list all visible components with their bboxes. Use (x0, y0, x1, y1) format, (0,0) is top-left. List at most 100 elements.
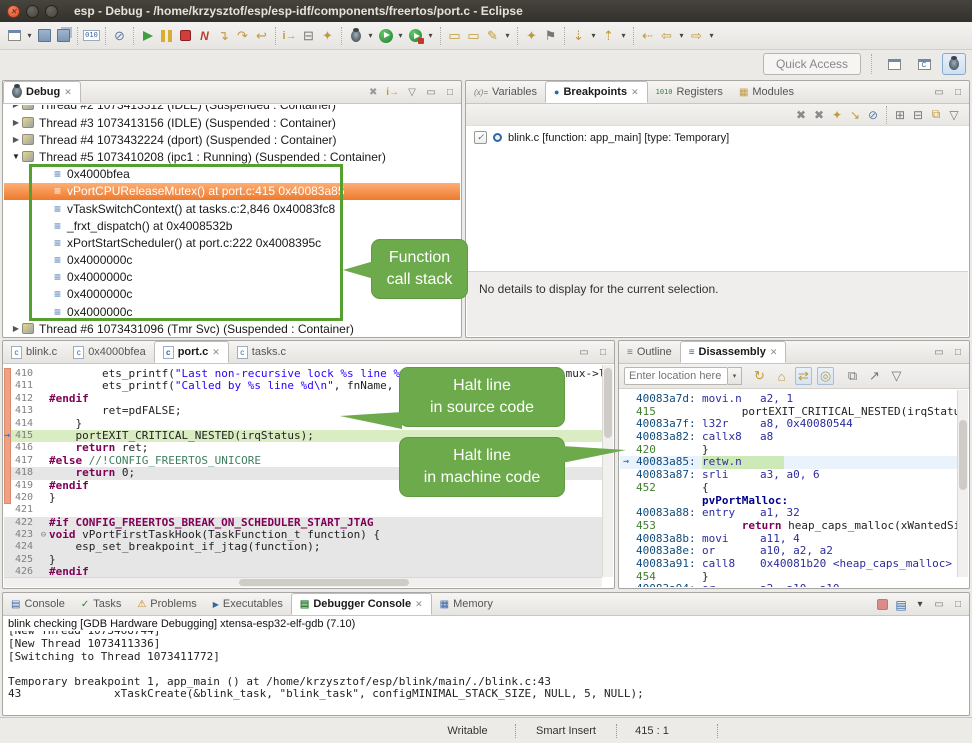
terminate-button[interactable] (177, 27, 194, 45)
tree-row-thread[interactable]: ▶ Thread #4 1073432224 (dport) (Suspende… (4, 131, 460, 148)
suspend-button[interactable] (158, 27, 175, 45)
view-menu-icon[interactable]: ▽ (406, 84, 418, 102)
save-all-button[interactable] (55, 27, 72, 45)
build-button[interactable]: ✎ (484, 27, 501, 45)
link-with-debug-button[interactable]: ⧉ (928, 106, 944, 124)
back-dropdown[interactable]: ▾ (677, 27, 686, 45)
open-element-button[interactable]: ▭ (465, 27, 482, 45)
tab-variables[interactable]: (x)= Variables (466, 81, 545, 103)
tab-port-c[interactable]: c port.c ✕ (154, 341, 229, 363)
open-perspective-button[interactable] (882, 53, 906, 75)
expand-icon[interactable]: ▶ (10, 135, 22, 144)
step-into-button[interactable]: ↴ (215, 27, 232, 45)
previous-annotation-dropdown[interactable]: ▾ (619, 27, 628, 45)
binary-view-button[interactable]: 010 (83, 27, 100, 45)
tab-debug[interactable]: Debug ✕ (3, 81, 81, 103)
new-dropdown[interactable]: ▾ (25, 27, 34, 45)
tab-problems[interactable]: ⚠ Problems (129, 593, 204, 615)
collapse-icon[interactable]: ▼ (10, 152, 22, 161)
tab-close-icon[interactable]: ✕ (770, 347, 778, 358)
tab-blink-c[interactable]: c blink.c (3, 341, 65, 363)
display-console-dropdown[interactable]: ▾ (914, 596, 926, 614)
tab-outline[interactable]: ≡ Outline (619, 341, 680, 363)
scrollbar-thumb[interactable] (959, 420, 967, 490)
editor-horizontal-scrollbar[interactable] (4, 577, 602, 587)
maximize-icon[interactable]: □ (444, 84, 456, 102)
debug-perspective-button[interactable] (942, 53, 966, 75)
resume-button[interactable] (139, 27, 156, 45)
save-button[interactable] (36, 27, 53, 45)
tab-executables[interactable]: ▶ Executables (205, 593, 291, 615)
view-menu-icon[interactable]: ▽ (888, 367, 905, 385)
debug-button[interactable] (347, 27, 364, 45)
show-breakpoints-button[interactable]: ✦ (829, 106, 845, 124)
previous-annotation-button[interactable]: ⇡ (600, 27, 617, 45)
editor-vertical-scrollbar[interactable] (602, 365, 613, 577)
display-console-button[interactable]: ▤ (895, 596, 907, 614)
track-expression-toggle[interactable]: ◎ (817, 367, 834, 385)
terminate-console-button[interactable] (876, 596, 888, 614)
home-button[interactable]: ⌂ (773, 367, 790, 385)
tab-registers[interactable]: 1010 Registers (648, 81, 731, 103)
remove-all-breakpoints-button[interactable]: ✖ (811, 106, 827, 124)
run-dropdown[interactable]: ▾ (396, 27, 405, 45)
pin-console-button[interactable]: ⊟ (300, 27, 317, 45)
tab-modules[interactable]: ▦ Modules (731, 81, 802, 103)
tab-memory[interactable]: ▦ Memory (432, 593, 501, 615)
tree-row-thread[interactable]: ▶ Thread #6 1073431096 (Tmr Svc) (Suspen… (4, 320, 460, 336)
debug-dropdown[interactable]: ▾ (366, 27, 375, 45)
forward-dropdown[interactable]: ▾ (707, 27, 716, 45)
external-tools-dropdown[interactable]: ▾ (426, 27, 435, 45)
disconnect-button[interactable]: N (196, 27, 213, 45)
tab-0x4000bfea[interactable]: c 0x4000bfea (65, 341, 154, 363)
tab-debugger-console[interactable]: ▤ Debugger Console ✕ (291, 593, 432, 615)
step-over-button[interactable]: ↷ (234, 27, 251, 45)
expand-icon[interactable]: ▶ (10, 105, 22, 109)
sync-with-stack-toggle[interactable]: ⇄ (795, 367, 812, 385)
disasm-vertical-scrollbar[interactable] (957, 390, 968, 577)
mark-occurrences-button[interactable]: ⚑ (542, 27, 559, 45)
maximize-icon[interactable]: □ (597, 344, 609, 362)
build-dropdown[interactable]: ▾ (503, 27, 512, 45)
breakpoint-entry[interactable]: ✓ blink.c [function: app_main] [type: Te… (466, 126, 969, 149)
tree-row-stack-frame[interactable]: ≡ vTaskSwitchContext() at tasks.c:2,846 … (4, 200, 460, 217)
tab-close-icon[interactable]: ✕ (415, 599, 423, 610)
scrollbar-thumb[interactable] (604, 368, 612, 438)
fold-icon[interactable]: ⊖ (38, 529, 49, 541)
tab-close-icon[interactable]: ✕ (64, 87, 72, 98)
maximize-icon[interactable]: □ (952, 344, 964, 362)
remove-breakpoint-button[interactable]: ✖ (793, 106, 809, 124)
tree-row-thread[interactable]: ▶ Thread #2 1073413312 (IDLE) (Suspended… (4, 105, 460, 113)
new-view-button[interactable]: ⧉ (844, 367, 861, 385)
collapse-all-button[interactable]: ⊟ (910, 106, 926, 124)
run-button[interactable] (377, 27, 394, 45)
remove-terminated-button[interactable]: ✖ (367, 84, 379, 102)
skip-all-breakpoints-button[interactable]: ⊘ (111, 27, 128, 45)
tree-row-stack-frame-selected[interactable]: ≡ vPortCPUReleaseMutex() at port.c:415 0… (4, 183, 460, 200)
go-to-file-button[interactable]: ↘ (847, 106, 863, 124)
tab-tasks[interactable]: ✓ Tasks (73, 593, 130, 615)
breakpoint-checkbox[interactable]: ✓ (474, 131, 487, 144)
back-button[interactable]: ⇦ (658, 27, 675, 45)
tree-row-stack-frame[interactable]: ≡ _frxt_dispatch() at 0x4008532b (4, 217, 460, 234)
tab-breakpoints[interactable]: ● Breakpoints ✕ (545, 81, 648, 103)
maximize-icon[interactable]: □ (952, 84, 964, 102)
view-menu-icon[interactable]: ▽ (946, 106, 962, 124)
tab-disassembly[interactable]: ≡ Disassembly ✕ (680, 341, 787, 363)
minimize-icon[interactable]: ▭ (578, 344, 590, 362)
scrollbar-thumb[interactable] (239, 579, 409, 586)
forward-button[interactable]: ⇨ (688, 27, 705, 45)
expand-all-button[interactable]: ⊞ (892, 106, 908, 124)
tree-row-thread[interactable]: ▼ Thread #5 1073410208 (ipc1 : Running) … (4, 148, 460, 165)
maximize-icon[interactable]: □ (952, 596, 964, 614)
console-output[interactable]: [New Thread 1073468744] [New Thread 1073… (4, 631, 968, 714)
new-cpp-project-button[interactable]: ▭ (446, 27, 463, 45)
tree-row-thread[interactable]: ▶ Thread #3 1073413156 (IDLE) (Suspended… (4, 114, 460, 131)
tab-close-icon[interactable]: ✕ (212, 347, 220, 358)
window-maximize-button[interactable] (45, 5, 58, 18)
debug-tree[interactable]: ▶ Thread #2 1073413312 (IDLE) (Suspended… (4, 105, 460, 336)
minimize-icon[interactable]: ▭ (425, 84, 437, 102)
window-close-button[interactable]: ✕ (7, 5, 20, 18)
last-edit-location-button[interactable]: ⇠ (639, 27, 656, 45)
tab-console[interactable]: ▤ Console (3, 593, 73, 615)
